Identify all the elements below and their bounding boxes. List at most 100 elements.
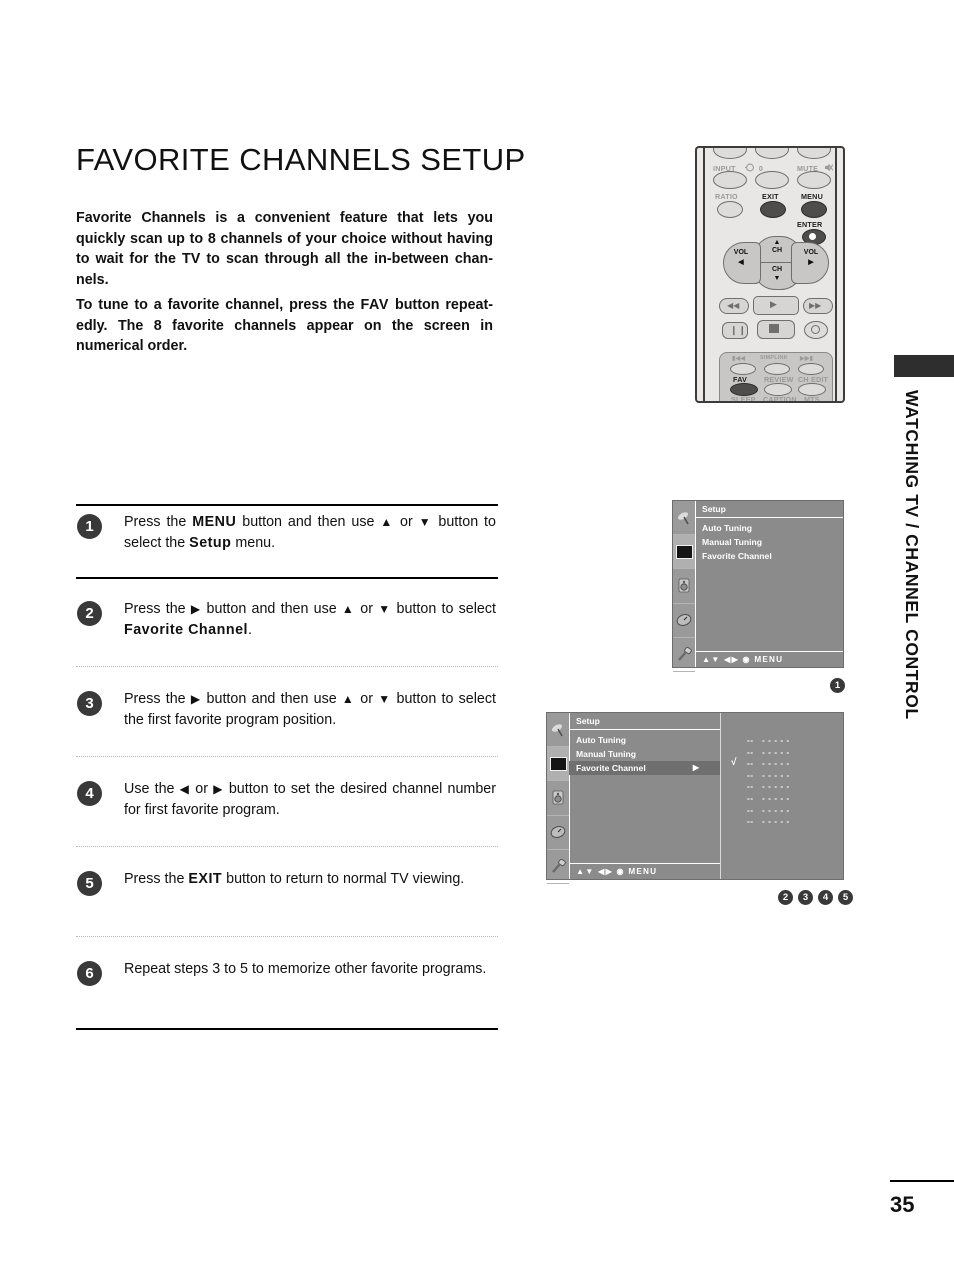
- osd2-icon-antenna[interactable]: [547, 713, 569, 748]
- section-tab: [894, 355, 954, 377]
- antenna-icon: [677, 511, 689, 524]
- osd2-step-marker: 2: [778, 890, 793, 905]
- remote-label-ch-up: CH: [771, 247, 783, 254]
- favorite-channel-row[interactable]: -- - - - - -: [721, 770, 843, 782]
- remote-button-ratio-circle: [717, 201, 743, 218]
- step-fragment: or: [355, 601, 379, 617]
- intro-paragraph-2: To tune to a favorite channel, press the…: [76, 295, 493, 357]
- osd2-favorite-rows: -- - - - - - -- - - - - - √ -- - - - - - -- …: [721, 713, 843, 828]
- remote-button-ratio: [713, 171, 747, 189]
- fav-key-label: FAV: [360, 297, 390, 313]
- screen-icon: [549, 756, 567, 771]
- step-item: 1 Press the MENU button and then use ▲ or…: [76, 512, 498, 564]
- step-keyword: EXIT: [188, 871, 223, 887]
- osd-screenshot-1: Setup Auto Tuning Manual Tuning Favorite C…: [672, 500, 844, 672]
- step-item: 3 Press the ▶ button and then use ▲ or ▼ …: [76, 689, 498, 741]
- antenna-icon: [551, 723, 563, 736]
- osd1-body: Setup Auto Tuning Manual Tuning Favorite C…: [695, 501, 843, 667]
- osd2-icon-screen[interactable]: [547, 747, 569, 782]
- remote-button-exit: [760, 201, 786, 218]
- channel-down-arrow-icon: ▼: [773, 275, 781, 282]
- step-fragment: ▶: [190, 692, 202, 706]
- osd1-title: Setup: [695, 501, 843, 518]
- step-fragment: menu.: [231, 535, 276, 551]
- favorite-channel-row[interactable]: -- - - - - -: [721, 781, 843, 793]
- step-fragment: Press the: [124, 691, 191, 707]
- remote-control-illustration: INPUT 0 MUTE RATIO EXIT MENU ENTER ▲ CH …: [695, 146, 845, 403]
- step-fragment: button to select: [391, 601, 496, 617]
- osd-menu-item[interactable]: Favorite Channel ▶: [569, 761, 721, 775]
- check-icon: √: [731, 757, 737, 769]
- step-separator: [76, 936, 498, 937]
- remote-bottom-pad: ▮◀◀ SIMPLINK ▶▶▮ FAV REVIEW CH EDIT SLEE…: [719, 352, 833, 403]
- osd1-icon-antenna[interactable]: [673, 501, 695, 536]
- osd2-icon-audio[interactable]: [547, 781, 569, 816]
- step-text: Press the EXIT button to return to norma…: [124, 869, 498, 890]
- osd1-icon-screen[interactable]: [673, 535, 695, 570]
- tools-icon: [677, 646, 692, 661]
- favorite-channel-row[interactable]: -- - - - - -: [721, 793, 843, 805]
- osd2-icon-timer[interactable]: [547, 816, 569, 850]
- favorite-channel-row[interactable]: -- - - - - -: [721, 816, 843, 828]
- favorite-channel-value: -- - - - - -: [747, 816, 790, 827]
- osd2-step-marker: 4: [818, 890, 833, 905]
- tools-icon: [551, 858, 566, 873]
- osd2-favorite-panel: -- - - - - - -- - - - - - √ -- - - - - - -- …: [720, 713, 843, 879]
- osd1-icon-tools[interactable]: [673, 638, 695, 672]
- audio-icon: [552, 791, 564, 805]
- step-fragment: Press the: [124, 601, 191, 617]
- skip-back-icon: ▮◀◀: [732, 356, 746, 362]
- step-fragment: ▼: [378, 692, 392, 706]
- osd-menu-item[interactable]: Favorite Channel: [695, 549, 843, 563]
- remote-label-sleep: SLEEP: [731, 395, 756, 403]
- remote-button-skip-forward: [798, 363, 824, 375]
- osd-menu-item[interactable]: Auto Tuning: [695, 521, 843, 535]
- step-number-badge: 1: [77, 514, 102, 539]
- pause-icon: ❙❙: [730, 325, 748, 335]
- favorite-channel-row[interactable]: -- - - - - -: [721, 735, 843, 747]
- favorite-channel-row[interactable]: √ -- - - - - -: [721, 757, 843, 770]
- step-item: 6 Repeat steps 3 to 5 to memorize other f…: [76, 959, 498, 1011]
- remote-label-enter: ENTER: [797, 220, 823, 229]
- step-separator: [76, 577, 498, 579]
- step-text: Repeat steps 3 to 5 to memorize other fa…: [124, 959, 498, 980]
- step-item: 4 Use the ◀ or ▶ button to set the desire…: [76, 779, 498, 831]
- skip-forward-icon: ▶▶▮: [800, 356, 814, 362]
- page-title: FAVORITE CHANNELS SETUP: [76, 142, 526, 177]
- osd1-icon-timer[interactable]: [673, 604, 695, 638]
- step-fragment: or: [190, 781, 214, 797]
- osd-menu-item[interactable]: Manual Tuning: [695, 535, 843, 549]
- timer-icon: [676, 614, 692, 627]
- step-fragment: ▲: [380, 515, 395, 529]
- step-item: 2 Press the ▶ button and then use ▲ or ▼ …: [76, 599, 498, 651]
- step-number-badge: 5: [77, 871, 102, 896]
- osd-menu-item[interactable]: Auto Tuning: [569, 733, 721, 747]
- rewind-icon: ◀◀: [727, 301, 740, 310]
- favorite-channel-value: -- - - - - -: [747, 769, 790, 780]
- remote-label-mts: MTS: [804, 395, 820, 403]
- step-fragment: Use the: [124, 781, 180, 797]
- osd2-icon-column: [547, 713, 570, 884]
- osd2-menu-items: Auto Tuning Manual Tuning Favorite Channel…: [569, 730, 721, 775]
- osd-menu-item[interactable]: Manual Tuning: [569, 747, 721, 761]
- remote-nav-cluster: ▲ CH CH ▼ VOL ◀ VOL ▶: [723, 236, 829, 290]
- step-text: Use the ◀ or ▶ button to set the desired…: [124, 779, 498, 821]
- step-fragment: Press the: [124, 871, 189, 887]
- step-keyword: Setup: [189, 535, 232, 551]
- steps-top-rule: [76, 504, 498, 506]
- step-fragment: ▼: [378, 602, 392, 616]
- favorite-channel-row[interactable]: -- - - - - -: [721, 805, 843, 817]
- osd-menu-item-label: Favorite Channel: [702, 551, 772, 561]
- osd2-footer: ▲▼ ◀▶ ◉ MENU: [569, 863, 721, 879]
- timer-icon: [550, 826, 566, 839]
- fast-forward-icon: ▶▶: [809, 301, 822, 310]
- osd2-icon-tools[interactable]: [547, 850, 569, 884]
- osd1-icon-audio[interactable]: [673, 569, 695, 604]
- channel-up-arrow-icon: ▲: [773, 239, 781, 246]
- intro-text: Favorite Channels is a convenient featur…: [76, 208, 493, 362]
- volume-left-arrow-icon: ◀: [738, 259, 744, 266]
- step-number-badge: 3: [77, 691, 102, 716]
- step-number-badge: 6: [77, 961, 102, 986]
- favorite-channel-row[interactable]: -- - - - - -: [721, 747, 843, 759]
- favorite-channel-value: -- - - - - -: [747, 804, 790, 815]
